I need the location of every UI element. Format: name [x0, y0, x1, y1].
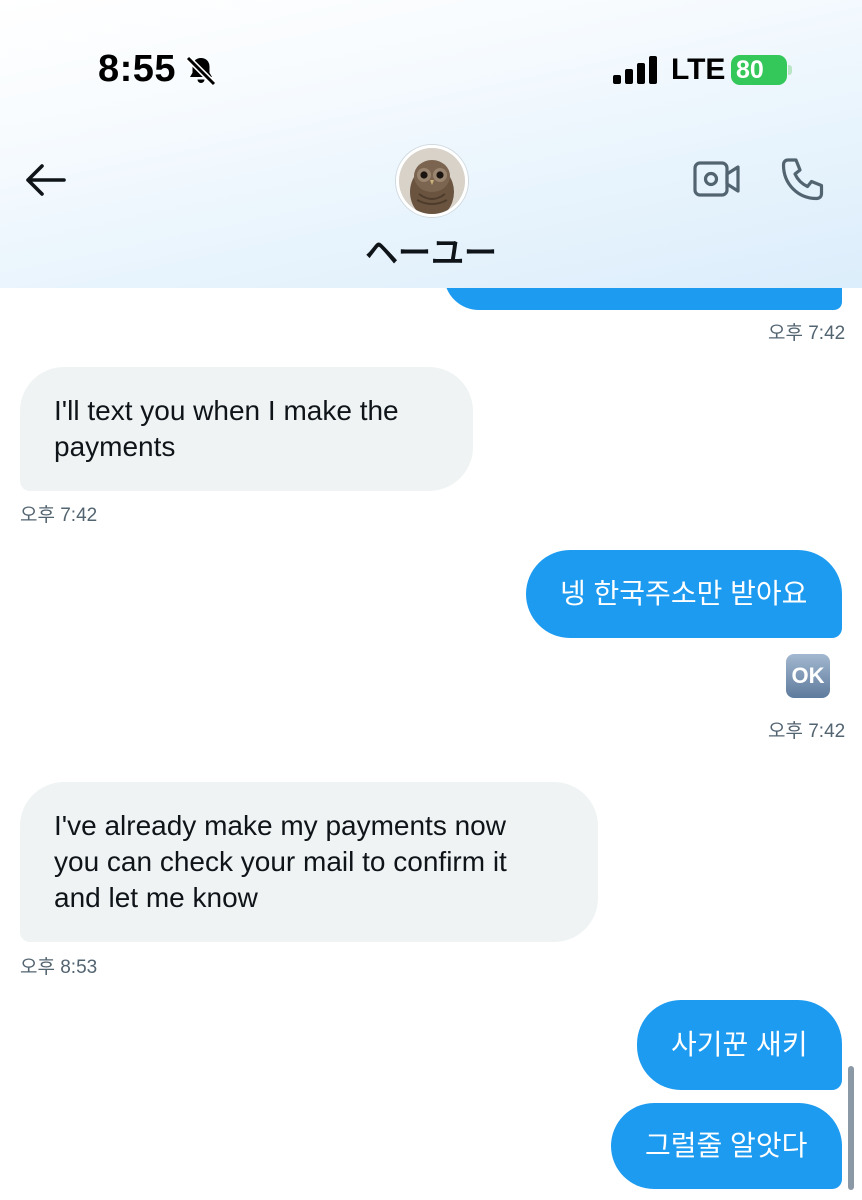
- avatar[interactable]: [396, 145, 468, 217]
- message-text-line: payments: [54, 431, 176, 462]
- bell-off-icon: [185, 55, 217, 87]
- status-time: 8:55: [98, 48, 177, 90]
- battery-icon: 80: [731, 55, 792, 85]
- message-timestamp: 오후 7:42: [768, 721, 846, 742]
- message-text-line: I'll text you when I make the: [54, 395, 399, 426]
- ok-reaction-icon[interactable]: OK: [786, 654, 830, 698]
- message-text: 그럴줄 알앗다: [645, 1130, 808, 1161]
- cellular-signal-icon: [613, 56, 657, 84]
- ok-reaction-label: OK: [791, 663, 825, 688]
- message-bubble-outgoing[interactable]: 그럴줄 알앗다: [611, 1103, 842, 1189]
- message-timestamp: 오후 7:42: [768, 323, 846, 344]
- phone-icon[interactable]: [778, 156, 826, 204]
- contact-name[interactable]: ヘーユー: [331, 226, 531, 274]
- message-text-line: you can check your mail to confirm it: [54, 846, 507, 877]
- message-text-line: I've already make my payments now: [54, 810, 506, 841]
- arrow-left-icon[interactable]: [20, 160, 68, 200]
- message-bubble-outgoing[interactable]: 사기꾼 새키: [637, 1000, 842, 1090]
- message-bubble-incoming[interactable]: I'll text you when I make the payments: [20, 367, 473, 491]
- message-text: 사기꾼 새키: [671, 1029, 808, 1060]
- message-timestamp: 오후 7:42: [20, 505, 98, 526]
- scrollbar[interactable]: [848, 1066, 854, 1190]
- message-bubble-outgoing[interactable]: 넹 한국주소만 받아요: [526, 550, 842, 638]
- owl-avatar-icon: [399, 148, 465, 214]
- battery-level: 80: [736, 56, 764, 84]
- video-camera-icon[interactable]: [692, 158, 742, 202]
- message-timestamp: 오후 8:53: [20, 957, 98, 978]
- message-text-line: and let me know: [54, 882, 258, 913]
- message-text: 넹 한국주소만 받아요: [560, 578, 808, 609]
- message-bubble-incoming[interactable]: I've already make my payments now you ca…: [20, 782, 598, 942]
- conversation-header: 8:55 LTE 80 ヘーユー: [0, 0, 862, 288]
- network-type-label: LTE: [671, 53, 726, 86]
